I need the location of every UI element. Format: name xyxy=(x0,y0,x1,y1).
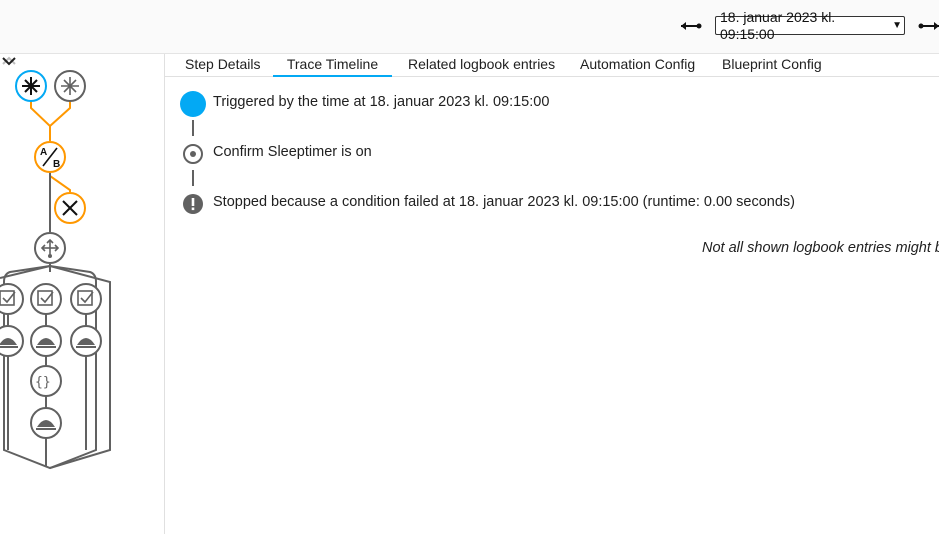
trigger-node-1[interactable] xyxy=(15,70,47,102)
svg-text:B: B xyxy=(53,159,60,170)
tab-automation-config[interactable]: Automation Config xyxy=(580,54,695,75)
timeline-entry-condition: Confirm Sleeptimer is on xyxy=(178,140,939,166)
tab-related-logbook[interactable]: Related logbook entries xyxy=(408,54,555,75)
timeline-entry-trigger: Triggered by the time at 18. januar 2023… xyxy=(178,90,939,117)
code-node[interactable]: {} xyxy=(30,365,62,397)
newer-run-icon[interactable] xyxy=(917,18,939,34)
trigger-dot-icon xyxy=(180,91,206,117)
chevron-down-icon[interactable] xyxy=(0,54,18,68)
trigger-node-2[interactable] xyxy=(54,70,86,102)
timeline-entry-text: Triggered by the time at 18. januar 2023… xyxy=(213,94,550,110)
svg-text:{}: {} xyxy=(35,375,51,390)
top-toolbar: 18. januar 2023 kl. 09:15:00 ▼ xyxy=(0,0,939,54)
check-node-3[interactable] xyxy=(70,283,102,315)
check-node-1[interactable] xyxy=(0,283,24,315)
chevron-down-icon: ▼ xyxy=(892,20,902,31)
svg-text:A: A xyxy=(40,147,47,158)
alert-circle-icon xyxy=(183,194,203,214)
timeline-entry-text: Stopped because a condition failed at 18… xyxy=(213,194,796,210)
trace-graph-svg: A B {} xyxy=(0,70,111,470)
run-select[interactable]: 18. januar 2023 kl. 09:15:00 ▼ xyxy=(715,9,905,42)
tab-step-details[interactable]: Step Details xyxy=(185,54,260,75)
timeline-connector xyxy=(192,170,194,186)
older-run-icon[interactable] xyxy=(679,18,703,34)
condition-circle-icon xyxy=(183,144,203,164)
tab-trace-timeline[interactable]: Trace Timeline xyxy=(273,54,392,77)
condition-failed-node[interactable] xyxy=(54,192,86,224)
timeline-entry-text: Confirm Sleeptimer is on xyxy=(213,144,372,160)
timeline-connector xyxy=(192,120,194,136)
run-select-value: 18. januar 2023 kl. 09:15:00 xyxy=(720,8,836,42)
tab-bar: Step Details Trace Timeline Related logb… xyxy=(165,54,939,77)
trace-graph: A B {} xyxy=(0,54,165,534)
parallel-node[interactable] xyxy=(34,232,66,264)
service-node-1[interactable] xyxy=(0,325,24,357)
timeline-entry-stopped: Stopped because a condition failed at 18… xyxy=(178,190,939,216)
service-node-2[interactable] xyxy=(30,325,62,357)
tab-blueprint-config[interactable]: Blueprint Config xyxy=(722,54,822,75)
check-node-2[interactable] xyxy=(30,283,62,315)
service-node-4[interactable] xyxy=(30,407,62,439)
service-node-3[interactable] xyxy=(70,325,102,357)
logbook-note: Not all shown logbook entries might be xyxy=(702,240,939,256)
choose-node[interactable]: A B xyxy=(34,141,66,173)
